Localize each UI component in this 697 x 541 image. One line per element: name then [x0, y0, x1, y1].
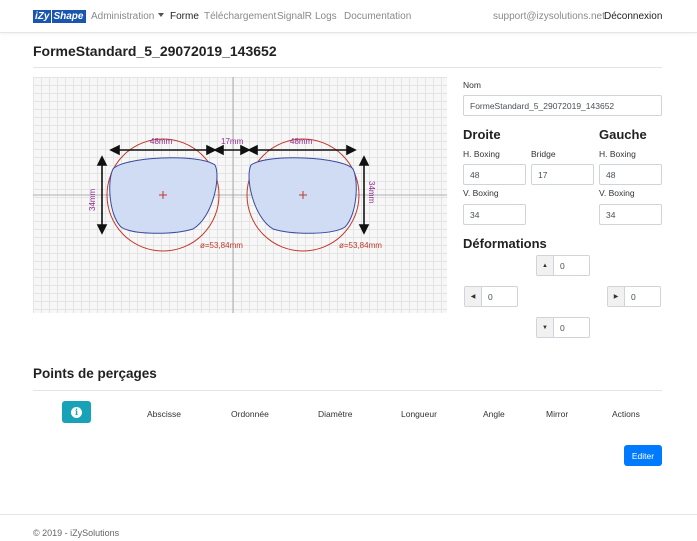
nav-documentation[interactable]: Documentation	[344, 11, 411, 22]
brand-logo-shape: Shape	[51, 10, 87, 23]
column-diametre: Diamètre	[318, 409, 353, 419]
footer-divider	[0, 514, 697, 515]
page-title: FormeStandard_5_29072019_143652	[33, 43, 277, 59]
divider	[33, 390, 662, 391]
nav-signalr[interactable]: SignalR	[277, 11, 312, 22]
left-diameter-label: ø=53,84mm	[200, 241, 243, 250]
deformation-left-value[interactable]: 0	[482, 287, 517, 306]
bridge-field-label: Bridge	[531, 149, 556, 159]
nav-user-email[interactable]: support@izysolutions.net	[493, 11, 605, 22]
left-height-label: 34mm	[88, 188, 97, 211]
shape-drawing: 48mm 17mm 48mm 34mm 34mm ø=53,84mm ø=53,…	[33, 77, 447, 313]
column-actions: Actions	[612, 409, 640, 419]
nom-input[interactable]: FormeStandard_5_29072019_143652	[463, 95, 662, 116]
droite-hboxing-input[interactable]: 48	[463, 164, 526, 185]
chevron-down-icon	[158, 13, 165, 17]
footer-copyright: © 2019 - iZySolutions	[33, 528, 120, 538]
info-button[interactable]: i	[62, 401, 91, 423]
column-angle: Angle	[483, 409, 505, 419]
deformation-down-stepper[interactable]: ▼ 0	[536, 317, 590, 338]
nav-telechargement[interactable]: Téléchargement	[204, 11, 276, 22]
gauche-hboxing-label: H. Boxing	[599, 149, 636, 159]
nav-administration[interactable]: Administration	[91, 11, 165, 22]
navbar: iZy Shape Administration Forme Télécharg…	[0, 0, 697, 33]
nom-label: Nom	[463, 80, 481, 90]
right-height-label: 34mm	[367, 181, 376, 204]
column-mirror: Mirror	[546, 409, 569, 419]
gauche-vboxing-input[interactable]: 34	[599, 204, 662, 225]
divider	[33, 67, 662, 68]
column-longueur: Longueur	[401, 409, 437, 419]
left-width-label: 48mm	[150, 137, 173, 146]
nav-forme[interactable]: Forme	[170, 11, 199, 22]
droite-vboxing-label: V. Boxing	[463, 188, 499, 198]
nav-administration-label: Administration	[91, 11, 155, 22]
deformation-right-stepper[interactable]: ▶ 0	[607, 286, 661, 307]
droite-vboxing-input[interactable]: 34	[463, 204, 526, 225]
bridge-input[interactable]: 17	[531, 164, 594, 185]
brand-logo[interactable]: iZy Shape	[33, 10, 87, 23]
column-ordonnee: Ordonnée	[231, 409, 269, 419]
info-icon: i	[71, 406, 82, 418]
shape-drawing-canvas[interactable]: 48mm 17mm 48mm 34mm 34mm ø=53,84mm ø=53,…	[33, 77, 447, 313]
deformation-down-value[interactable]: 0	[554, 318, 589, 337]
droite-heading: Droite	[463, 127, 501, 142]
points-section-title: Points de perçages	[33, 366, 157, 381]
deformation-up-value[interactable]: 0	[554, 256, 589, 275]
deformation-left-stepper[interactable]: ◀ 0	[464, 286, 518, 307]
column-abscisse: Abscisse	[147, 409, 182, 419]
nav-logs[interactable]: Logs	[315, 11, 337, 22]
edit-button[interactable]: Editer	[624, 445, 662, 466]
deformation-right-value[interactable]: 0	[625, 287, 660, 306]
gauche-heading: Gauche	[599, 127, 647, 142]
bridge-label: 17mm	[221, 137, 244, 146]
brand-logo-izy: iZy	[33, 10, 52, 23]
right-width-label: 48mm	[290, 137, 313, 146]
arrow-down-icon[interactable]: ▼	[537, 318, 554, 337]
nav-logout[interactable]: Déconnexion	[604, 11, 662, 22]
gauche-hboxing-input[interactable]: 48	[599, 164, 662, 185]
right-diameter-label: ø=53,84mm	[339, 241, 382, 250]
arrow-left-icon[interactable]: ◀	[465, 287, 482, 306]
arrow-up-icon[interactable]: ▲	[537, 256, 554, 275]
gauche-vboxing-label: V. Boxing	[599, 188, 635, 198]
deformation-up-stepper[interactable]: ▲ 0	[536, 255, 590, 276]
arrow-right-icon[interactable]: ▶	[608, 287, 625, 306]
droite-hboxing-label: H. Boxing	[463, 149, 500, 159]
deformations-heading: Déformations	[463, 236, 547, 251]
